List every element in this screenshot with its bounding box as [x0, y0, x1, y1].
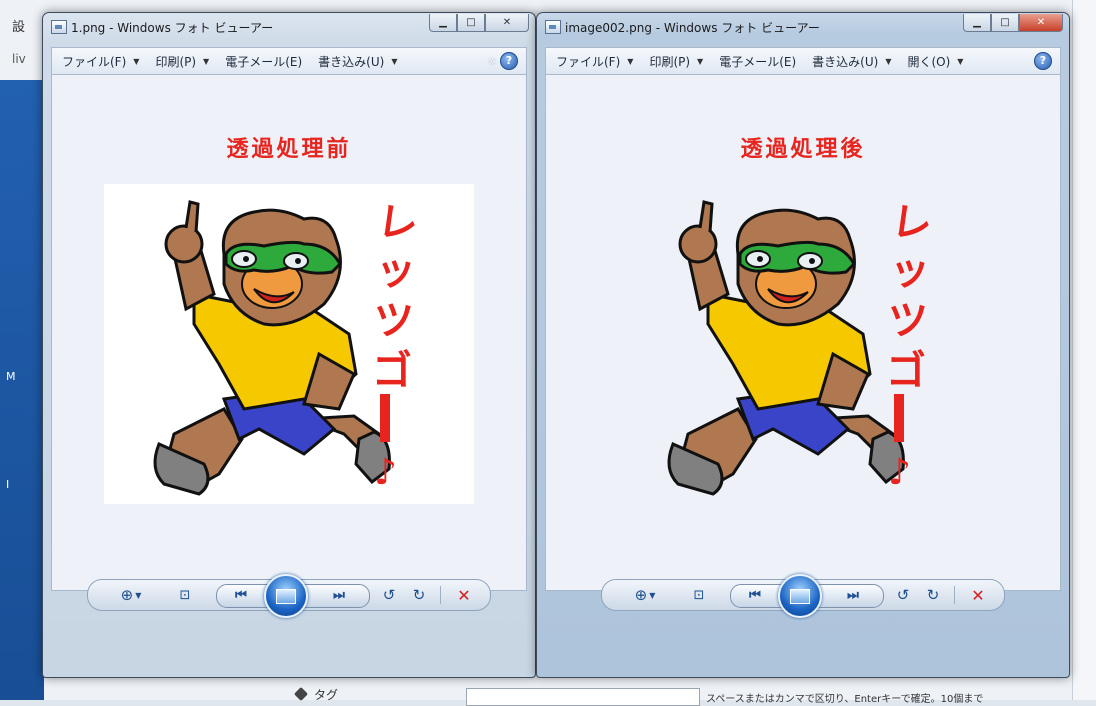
- zoom-icon[interactable]: ⊕ ▼: [628, 585, 662, 605]
- address-fragment: liv: [12, 52, 26, 66]
- minimize-button[interactable]: ▁: [429, 14, 457, 32]
- image-heading: 透過処理前: [226, 137, 352, 162]
- caption-text-4: ゴ: [886, 348, 926, 394]
- menu-file[interactable]: ファイル(F) ▼: [556, 53, 633, 70]
- actual-size-icon[interactable]: ⊡: [688, 585, 710, 605]
- image-heading: 透過処理後: [740, 137, 866, 162]
- slideshow-icon: [790, 588, 810, 604]
- window-title: image002.png - Windows フォト ビューアー: [565, 21, 820, 35]
- caption-bar: [380, 394, 390, 442]
- desktop-label: M: [6, 370, 16, 383]
- menu-print[interactable]: 印刷(P) ▼: [649, 53, 703, 70]
- caption-text-3: ツ: [374, 298, 414, 344]
- caption-note: ♪: [374, 452, 397, 493]
- zoom-icon[interactable]: ⊕ ▼: [114, 585, 148, 605]
- desktop-strip: [0, 80, 44, 700]
- menu-email[interactable]: 電子メール(E): [719, 53, 796, 70]
- chevron-down-icon: ▼: [203, 56, 210, 66]
- window-title: 1.png - Windows フォト ビューアー: [71, 21, 274, 35]
- viewer-control-bar: ⊕ ▼ ⊡ ⏮ ⏭ ↺ ↻ ✕: [87, 574, 491, 618]
- slideshow-icon: [276, 588, 296, 604]
- menu-burn[interactable]: 書き込み(U) ▼: [812, 53, 891, 70]
- title-bar[interactable]: 1.png - Windows フォト ビューアー ▁ □ ✕: [43, 13, 535, 41]
- rotate-right-icon[interactable]: ↻: [922, 585, 944, 605]
- next-icon[interactable]: ⏭: [840, 585, 866, 605]
- minimize-button[interactable]: ▁: [963, 14, 991, 32]
- rotate-left-icon[interactable]: ↺: [892, 585, 914, 605]
- photo-viewer-icon: [545, 20, 561, 34]
- menu-email[interactable]: 電子メール(E): [225, 53, 302, 70]
- help-icon[interactable]: ?: [1034, 52, 1052, 70]
- rotate-right-icon[interactable]: ↻: [408, 585, 430, 605]
- chevron-down-icon: ▼: [627, 56, 634, 66]
- bear-image: レ ッ ツ ゴ ♪: [618, 184, 988, 504]
- rotate-left-icon[interactable]: ↺: [378, 585, 400, 605]
- slideshow-button[interactable]: [264, 574, 308, 618]
- caption-text-3: ツ: [888, 298, 928, 344]
- maximize-button[interactable]: □: [457, 14, 485, 32]
- menu-bar: ファイル(F) ▼ 印刷(P) ▼ 電子メール(E) 書き込み(U) ▼ » ?: [51, 47, 527, 74]
- delete-icon[interactable]: ✕: [966, 585, 990, 605]
- bear-illustration: レ ッ ツ ゴ ♪: [667, 198, 935, 496]
- image-canvas: 透過処理後 レ ッ ツ ゴ ♪: [545, 74, 1061, 591]
- bear-illustration: レ ッ ツ ゴ ♪: [153, 198, 421, 496]
- close-button[interactable]: ✕: [1019, 14, 1063, 32]
- caption-text-2: ッ: [376, 248, 416, 294]
- photo-viewer-window-after[interactable]: image002.png - Windows フォト ビューアー ▁ □ ✕ フ…: [536, 12, 1070, 678]
- menu-file[interactable]: ファイル(F) ▼: [62, 53, 139, 70]
- background-scroll-strip: [1072, 0, 1096, 700]
- next-icon[interactable]: ⏭: [326, 585, 352, 605]
- tag-hint: スペースまたはカンマで区切り、Enterキーで確定。10個まで: [706, 694, 984, 705]
- caption-text-1: レ: [375, 198, 421, 249]
- tag-row: タグ: [293, 686, 338, 703]
- close-button[interactable]: ✕: [485, 14, 529, 32]
- menu-burn[interactable]: 書き込み(U) ▼: [318, 53, 397, 70]
- bear-image: レ ッ ツ ゴ ♪: [104, 184, 474, 504]
- menu-overflow-icon[interactable]: »: [489, 54, 496, 68]
- chevron-down-icon: ▼: [697, 56, 704, 66]
- title-bar[interactable]: image002.png - Windows フォト ビューアー ▁ □ ✕: [537, 13, 1069, 41]
- previous-icon[interactable]: ⏮: [742, 585, 768, 605]
- tag-icon: [293, 686, 309, 702]
- actual-size-icon[interactable]: ⊡: [174, 585, 196, 605]
- background-text: 設: [12, 20, 26, 35]
- image-canvas: 透過処理前 レ ッ ツ ゴ ♪: [51, 74, 527, 591]
- caption-bar: [894, 394, 904, 442]
- caption-text-1: レ: [889, 198, 935, 249]
- chevron-down-icon: ▼: [957, 56, 964, 66]
- tag-input[interactable]: [466, 688, 700, 706]
- viewer-control-bar: ⊕ ▼ ⊡ ⏮ ⏭ ↺ ↻ ✕: [601, 574, 1005, 618]
- separator: [954, 586, 955, 604]
- menu-print[interactable]: 印刷(P) ▼: [155, 53, 209, 70]
- maximize-button[interactable]: □: [991, 14, 1019, 32]
- chevron-down-icon: ▼: [885, 56, 892, 66]
- slideshow-button[interactable]: [778, 574, 822, 618]
- desktop-label-2: I: [6, 478, 10, 491]
- photo-viewer-icon: [51, 20, 67, 34]
- chevron-down-icon: ▼: [391, 56, 398, 66]
- delete-icon[interactable]: ✕: [452, 585, 476, 605]
- caption-text-2: ッ: [890, 248, 930, 294]
- menu-bar: ファイル(F) ▼ 印刷(P) ▼ 電子メール(E) 書き込み(U) ▼ 開く(O) ▼…: [545, 47, 1061, 74]
- photo-viewer-window-before[interactable]: 1.png - Windows フォト ビューアー ▁ □ ✕ ファイル(F) ▼…: [42, 12, 536, 678]
- previous-icon[interactable]: ⏮: [228, 585, 254, 605]
- help-icon[interactable]: ?: [500, 52, 518, 70]
- caption-note: ♪: [888, 452, 911, 493]
- separator: [440, 586, 441, 604]
- menu-open[interactable]: 開く(O) ▼: [907, 53, 963, 70]
- caption-text-4: ゴ: [372, 348, 412, 394]
- chevron-down-icon: ▼: [133, 56, 140, 66]
